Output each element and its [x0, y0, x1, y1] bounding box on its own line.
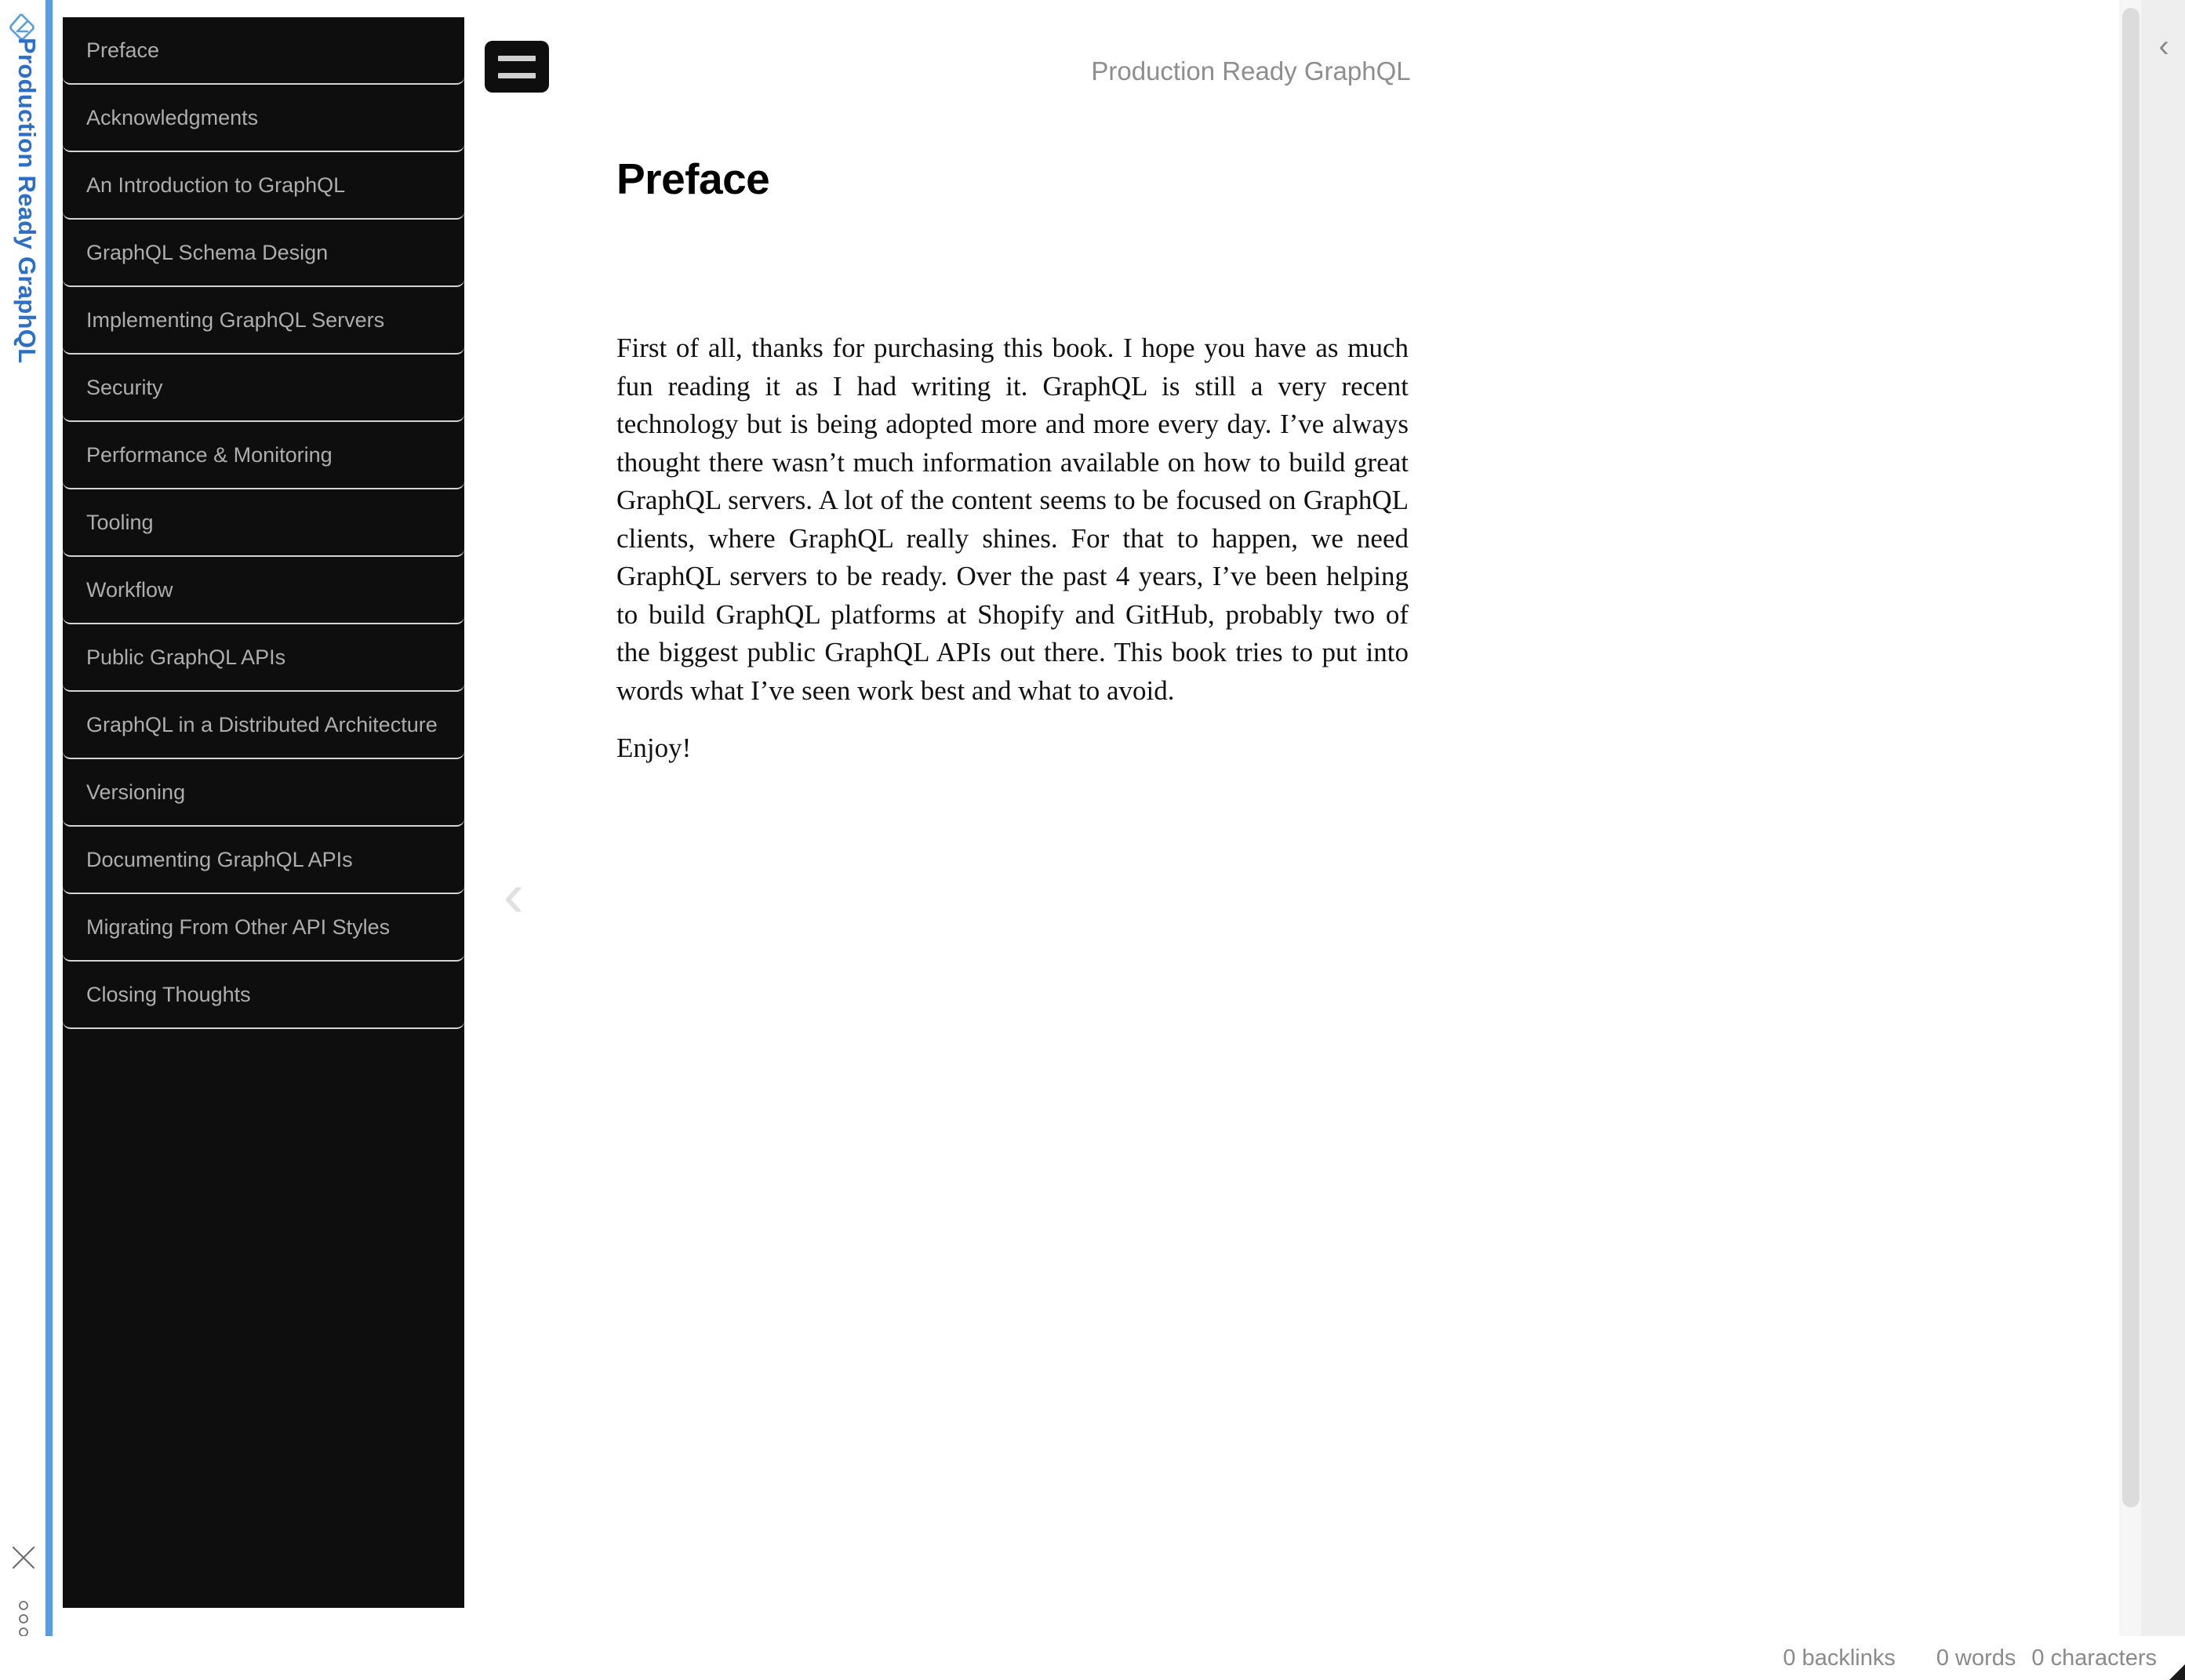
close-icon[interactable]	[9, 1544, 38, 1572]
sidebar-item-label: Documenting GraphQL APIs	[86, 847, 353, 871]
word-char-counts: 0 words 0 characters	[1936, 1645, 2157, 1671]
sidebar-item-versioning[interactable]: Versioning	[63, 759, 464, 827]
characters-count: 0 characters	[2031, 1645, 2157, 1671]
sidebar-item-label: Workflow	[86, 577, 173, 602]
sidebar-item-security[interactable]: Security	[63, 355, 464, 422]
sidebar-item-label: Closing Thoughts	[86, 982, 251, 1006]
sidebar-item-label: GraphQL Schema Design	[86, 240, 329, 264]
document-title: Production Ready GraphQL	[1091, 56, 1411, 85]
vertical-scrollbar-track[interactable]	[2119, 0, 2141, 1636]
sidebar-item-label: GraphQL in a Distributed Architecture	[86, 712, 438, 736]
document-content: Preface First of all, thanks for purchas…	[616, 154, 1409, 787]
sidebar-item-label: Tooling	[86, 510, 154, 534]
chevron-left-icon[interactable]: ‹	[2150, 30, 2177, 63]
sidebar-item-workflow[interactable]: Workflow	[63, 557, 464, 624]
sidebar-item-label: Migrating From Other API Styles	[86, 915, 391, 939]
table-of-contents-panel: Preface Acknowledgments An Introduction …	[63, 17, 464, 1608]
sidebar-item-preface[interactable]: Preface	[63, 17, 464, 85]
sidebar-item-performance-and-monitoring[interactable]: Performance & Monitoring	[63, 422, 464, 489]
sidebar-item-label: Security	[86, 375, 163, 399]
sidebar-item-public-graphql-apis[interactable]: Public GraphQL APIs	[63, 624, 464, 692]
sidebar-item-label: Public GraphQL APIs	[86, 645, 286, 669]
page-title: Preface	[616, 155, 770, 203]
sidebar-item-label: Performance & Monitoring	[86, 442, 333, 467]
sidebar-item-closing-thoughts[interactable]: Closing Thoughts	[63, 962, 464, 1029]
sidebar-item-migrating-from-other-api-styles[interactable]: Migrating From Other API Styles	[63, 894, 464, 962]
app-window: Production Ready GraphQL Preface Acknowl…	[0, 0, 2185, 1680]
body-paragraph: First of all, thanks for purchasing this…	[616, 333, 1409, 706]
right-sidebar-panel: ‹	[2141, 0, 2185, 1636]
rail-accent-line	[45, 0, 53, 1680]
sidebar-item-documenting-graphql-apis[interactable]: Documenting GraphQL APIs	[63, 827, 464, 894]
chevron-left-icon[interactable]: ‹	[486, 863, 541, 930]
main-pane: Production Ready GraphQL ‹ Preface First…	[464, 0, 2110, 1680]
sidebar-item-an-introduction-to-graphql[interactable]: An Introduction to GraphQL	[63, 152, 464, 220]
sidebar-item-label: An Introduction to GraphQL	[86, 173, 346, 197]
vertical-scrollbar-thumb[interactable]	[2122, 8, 2140, 1507]
words-count: 0 words	[1936, 1645, 2016, 1671]
sidebar-item-label: Implementing GraphQL Servers	[86, 307, 385, 332]
sidebar-item-label: Versioning	[86, 780, 186, 804]
more-vertical-icon[interactable]	[16, 1600, 31, 1638]
sidebar-item-tooling[interactable]: Tooling	[63, 489, 464, 557]
left-rail: Production Ready GraphQL	[0, 0, 53, 1680]
sidebar-item-acknowledgments[interactable]: Acknowledgments	[63, 85, 464, 152]
sidebar-item-graphql-schema-design[interactable]: GraphQL Schema Design	[63, 220, 464, 287]
backlinks-count: 0 backlinks	[1783, 1645, 1896, 1671]
sidebar-item-label: Acknowledgments	[86, 105, 259, 129]
sidebar-item-graphql-in-a-distributed-architecture[interactable]: GraphQL in a Distributed Architecture	[63, 692, 464, 759]
sidebar-item-label: Preface	[86, 38, 160, 62]
sidebar-item-implementing-graphql-servers[interactable]: Implementing GraphQL Servers	[63, 287, 464, 355]
status-bar: 0 backlinks 0 words 0 characters	[0, 1636, 2185, 1680]
rail-book-title: Production Ready GraphQL	[13, 38, 41, 364]
resize-grip[interactable]	[2163, 1658, 2185, 1680]
body-paragraph: Enjoy!	[616, 733, 692, 763]
